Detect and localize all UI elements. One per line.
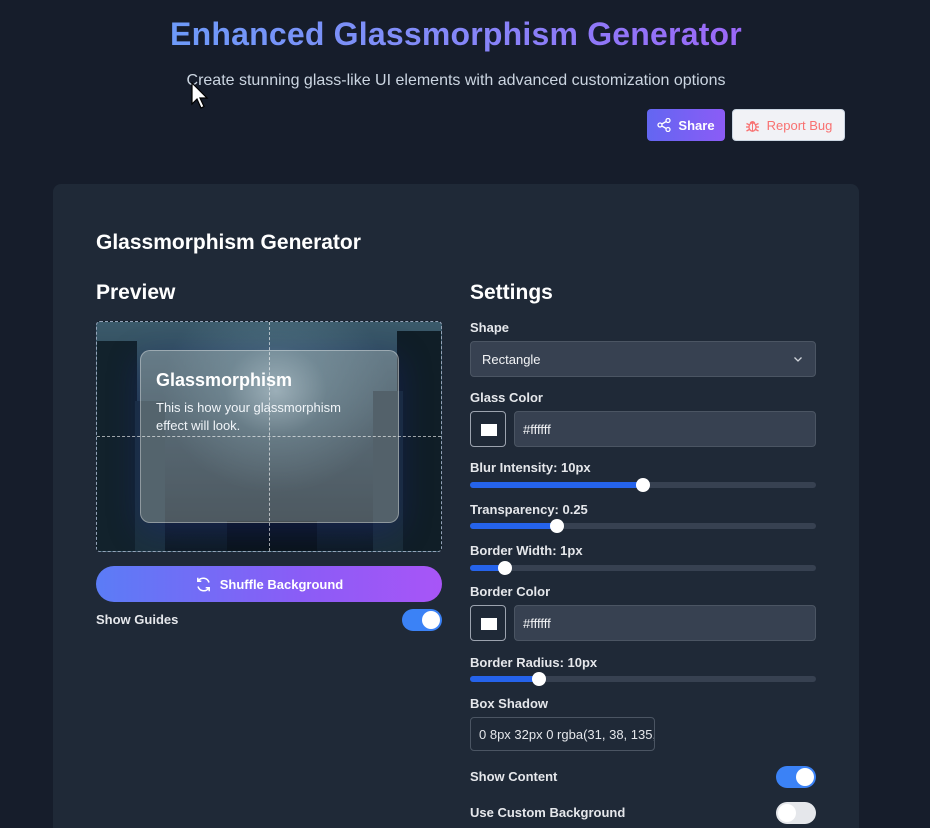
transparency-slider[interactable] xyxy=(470,519,816,533)
glass-preview-text: This is how your glassmorphism effect wi… xyxy=(156,400,341,433)
slider-thumb[interactable] xyxy=(497,561,512,575)
border-radius-label: Border Radius: 10px xyxy=(470,655,598,670)
header-actions: Share Report Bug xyxy=(647,109,845,141)
generator-card: Glassmorphism Generator Preview Glassmor… xyxy=(53,184,859,828)
toggle-knob xyxy=(796,768,814,786)
horizontal-guide-line xyxy=(97,436,441,437)
shuffle-background-button[interactable]: Shuffle Background xyxy=(96,566,442,602)
border-width-label: Border Width: 1px xyxy=(470,543,583,558)
share-button[interactable]: Share xyxy=(647,109,725,141)
card-title: Glassmorphism Generator xyxy=(96,231,361,254)
mouse-cursor-icon xyxy=(191,82,209,109)
chevron-down-icon xyxy=(794,357,802,362)
show-content-label: Show Content xyxy=(470,769,558,784)
preview-heading: Preview xyxy=(96,281,176,304)
glass-color-input[interactable]: #ffffff xyxy=(514,411,816,447)
show-guides-label: Show Guides xyxy=(96,612,179,627)
glass-color-swatch[interactable] xyxy=(470,411,506,447)
glass-color-label: Glass Color xyxy=(470,390,543,405)
box-shadow-input[interactable]: 0 8px 32px 0 rgba(31, 38, 135, 0.37) xyxy=(470,717,655,751)
border-color-label: Border Color xyxy=(470,584,551,599)
background-street xyxy=(227,521,317,551)
color-preview xyxy=(481,618,497,630)
report-bug-label: Report Bug xyxy=(766,117,833,133)
page-subtitle: Create stunning glass-like UI elements w… xyxy=(186,72,726,89)
toggle-knob xyxy=(422,611,440,629)
bug-icon xyxy=(745,120,759,132)
custom-background-toggle[interactable] xyxy=(776,802,816,824)
slider-fill xyxy=(470,676,540,682)
background-building xyxy=(97,341,137,551)
slider-fill xyxy=(470,482,643,488)
toggle-knob xyxy=(778,804,796,822)
page-title: Enhanced Glassmorphism Generator xyxy=(0,16,912,53)
transparency-label: Transparency: 0.25 xyxy=(470,502,588,517)
shape-select[interactable]: Rectangle xyxy=(470,341,816,377)
border-radius-slider[interactable] xyxy=(470,672,816,686)
preview-area: Glassmorphism This is how your glassmorp… xyxy=(96,321,442,552)
color-preview xyxy=(481,424,497,436)
share-label: Share xyxy=(678,117,715,133)
glass-preview-title: Glassmorphism xyxy=(156,370,293,390)
shape-select-value: Rectangle xyxy=(482,352,541,367)
report-bug-button[interactable]: Report Bug xyxy=(732,109,845,141)
border-width-slider[interactable] xyxy=(470,561,816,575)
show-content-toggle[interactable] xyxy=(776,766,816,788)
show-guides-toggle[interactable] xyxy=(402,609,442,631)
slider-thumb[interactable] xyxy=(532,672,547,686)
share-icon xyxy=(657,118,672,132)
background-building xyxy=(397,331,441,551)
border-color-input[interactable]: #ffffff xyxy=(514,605,816,641)
refresh-icon xyxy=(196,576,210,592)
shuffle-background-label: Shuffle Background xyxy=(219,576,344,592)
box-shadow-label: Box Shadow xyxy=(470,696,549,711)
border-color-swatch[interactable] xyxy=(470,605,506,641)
blur-intensity-slider[interactable] xyxy=(470,478,816,492)
slider-thumb[interactable] xyxy=(549,519,564,533)
slider-fill xyxy=(470,523,557,529)
settings-heading: Settings xyxy=(470,281,553,304)
slider-thumb[interactable] xyxy=(636,478,650,492)
custom-background-label: Use Custom Background xyxy=(470,805,626,820)
blur-intensity-label: Blur Intensity: 10px xyxy=(470,460,591,475)
shape-label: Shape xyxy=(470,320,510,335)
